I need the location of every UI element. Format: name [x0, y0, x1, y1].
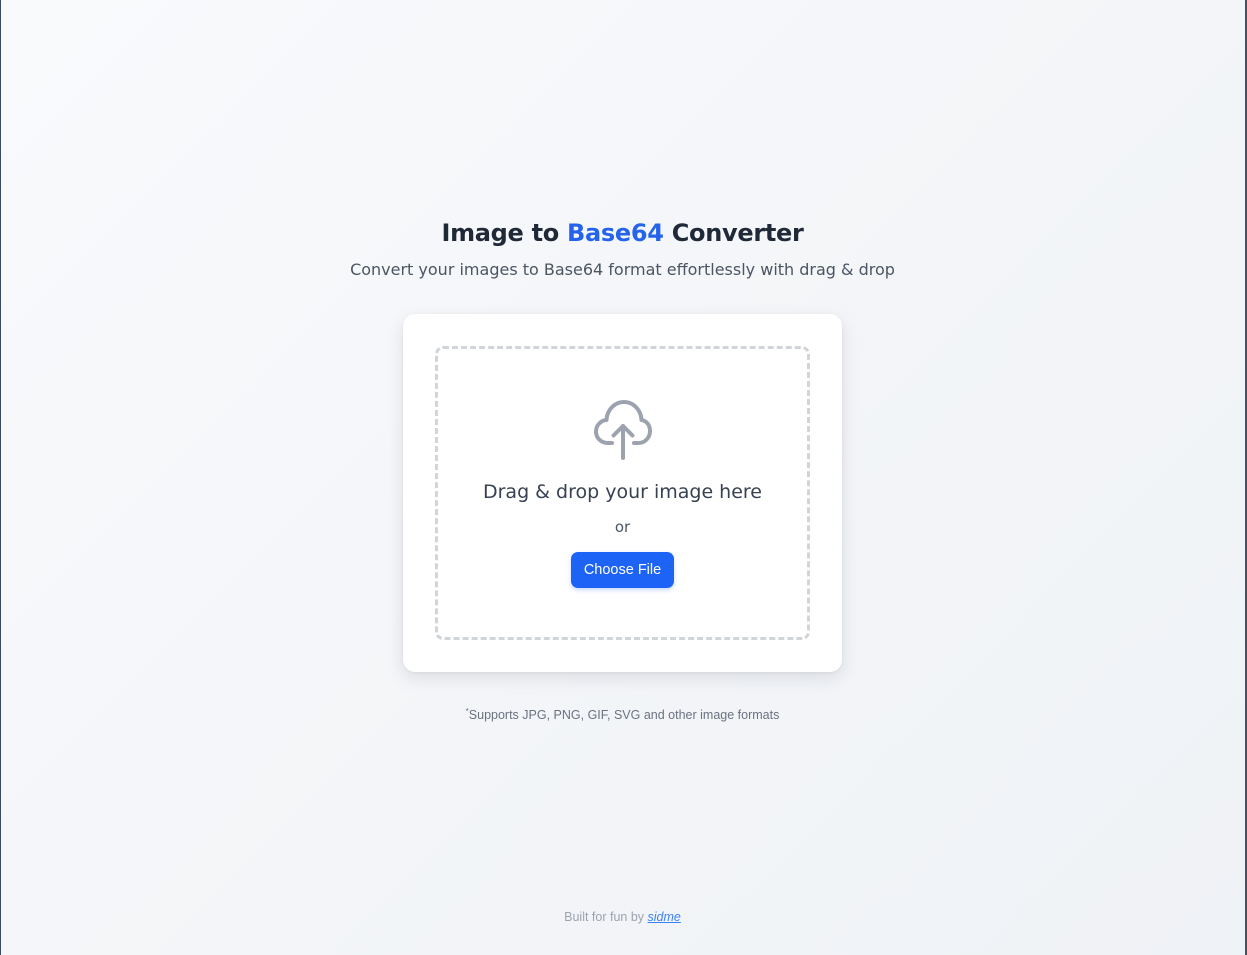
title-prefix: Image to	[441, 219, 567, 247]
supported-formats-note: *Supports JPG, PNG, GIF, SVG and other i…	[0, 703, 1245, 724]
upload-card: Drag & drop your image here or Choose Fi…	[403, 314, 842, 672]
footer: Built for fun by sidme	[0, 908, 1245, 926]
drop-zone[interactable]: Drag & drop your image here or Choose Fi…	[435, 346, 810, 640]
window-left-edge	[0, 0, 1, 955]
title-accent: Base64	[567, 219, 664, 247]
author-link[interactable]: sidme	[648, 910, 681, 924]
cloud-upload-icon	[438, 399, 807, 461]
page-title: Image to Base64 Converter	[0, 216, 1245, 250]
supported-formats-text: Supports JPG, PNG, GIF, SVG and other im…	[468, 708, 780, 723]
drop-zone-title: Drag & drop your image here	[482, 481, 763, 503]
footer-text: Built for fun by	[564, 910, 648, 924]
choose-file-button[interactable]: Choose File	[571, 552, 674, 588]
page-subtitle: Convert your images to Base64 format eff…	[350, 260, 895, 279]
title-suffix: Converter	[663, 219, 804, 247]
or-separator: or	[614, 518, 631, 536]
